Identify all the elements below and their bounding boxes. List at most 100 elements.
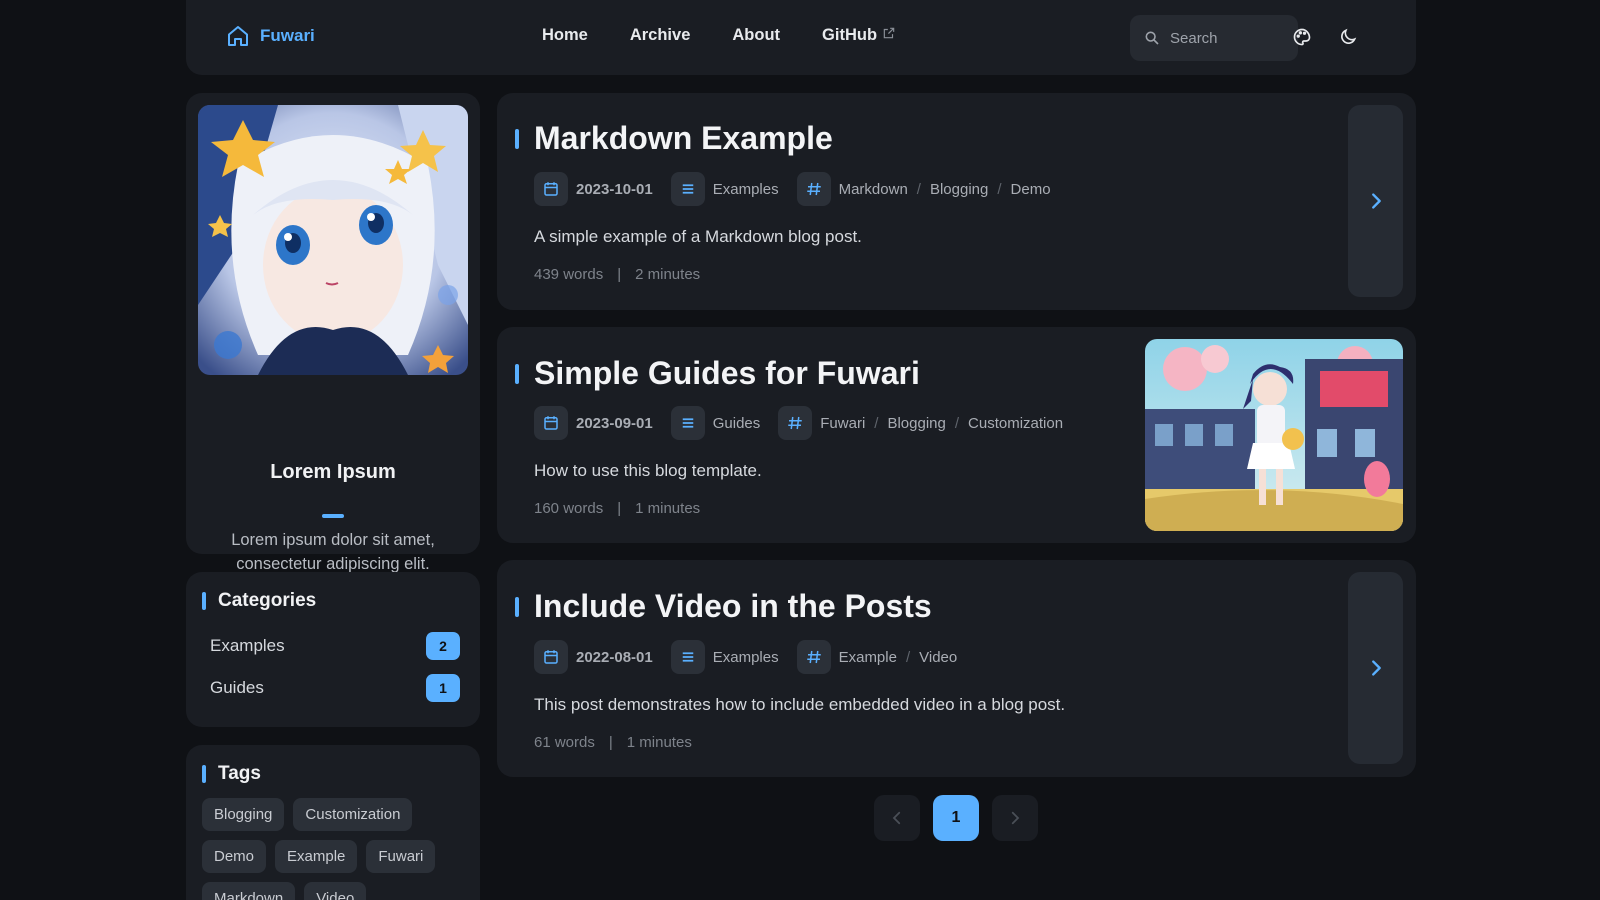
tag-demo[interactable]: Demo bbox=[202, 840, 267, 873]
category-count-badge: 2 bbox=[426, 632, 460, 660]
prev-page-button[interactable] bbox=[874, 795, 920, 841]
brand-link[interactable]: Fuwari bbox=[226, 24, 315, 48]
post-cover-image[interactable] bbox=[1145, 339, 1403, 531]
heading-accent-bar bbox=[202, 592, 206, 610]
chevron-right-icon bbox=[1371, 193, 1381, 209]
nav-link-label: About bbox=[732, 26, 781, 44]
post-tag-link[interactable]: Example bbox=[839, 649, 897, 666]
categories-heading: Categories bbox=[202, 590, 316, 612]
profile-card: Lorem Ipsum Lorem ipsum dolor sit amet, … bbox=[186, 93, 480, 629]
tags-heading: Tags bbox=[202, 763, 261, 785]
tag-example[interactable]: Example bbox=[275, 840, 358, 873]
nav-link-label: Home bbox=[542, 26, 588, 44]
theme-color-button[interactable] bbox=[1288, 23, 1316, 51]
post-card: Include Video in the Posts 2022-08-01 Ex… bbox=[497, 560, 1416, 777]
profile-bio: Lorem ipsum dolor sit amet, consectetur … bbox=[231, 531, 435, 573]
search-input[interactable] bbox=[1170, 29, 1280, 47]
post-tag-link[interactable]: Customization bbox=[968, 415, 1063, 432]
post-tag-link[interactable]: Demo bbox=[1011, 181, 1051, 198]
post-tag-link[interactable]: Blogging bbox=[930, 181, 988, 198]
post-category-link[interactable]: Examples bbox=[713, 181, 779, 198]
profile-name: Lorem Ipsum bbox=[270, 461, 396, 483]
post-date: 2023-10-01 bbox=[576, 180, 653, 198]
top-navbar: Fuwari Home Archive About GitHub bbox=[186, 0, 1416, 75]
post-meta: 2023-09-01 Guides Fuwari / Blogging / Cu… bbox=[534, 406, 1069, 440]
tag-separator: / bbox=[997, 180, 1002, 198]
tag-customization[interactable]: Customization bbox=[293, 798, 413, 831]
post-tag-link[interactable]: Markdown bbox=[839, 181, 908, 198]
brand-name: Fuwari bbox=[260, 26, 315, 45]
tags-title: Tags bbox=[218, 763, 261, 784]
open-post-button[interactable] bbox=[1348, 572, 1403, 764]
tag-fuwari[interactable]: Fuwari bbox=[366, 840, 436, 873]
nav-link-about[interactable]: About bbox=[732, 26, 780, 45]
post-word-count: 61 words bbox=[534, 734, 595, 751]
avatar-illustration bbox=[198, 105, 468, 375]
category-icon bbox=[670, 406, 705, 440]
search-box[interactable] bbox=[1130, 15, 1298, 61]
next-page-button[interactable] bbox=[992, 795, 1038, 841]
calendar-icon bbox=[534, 640, 568, 674]
categories-card: Categories Examples 2 Guides 1 bbox=[186, 572, 480, 727]
tag-markdown[interactable]: Markdown bbox=[202, 882, 296, 900]
nav-link-archive[interactable]: Archive bbox=[630, 26, 691, 45]
cover-illustration bbox=[1145, 339, 1403, 531]
post-tag-link[interactable]: Video bbox=[919, 649, 957, 666]
tag-list: Blogging Customization Demo Example Fuwa… bbox=[202, 798, 472, 900]
hashtag-icon bbox=[796, 640, 831, 674]
post-title[interactable]: Markdown Example bbox=[534, 120, 833, 157]
post-description: A simple example of a Markdown blog post… bbox=[534, 227, 862, 246]
stats-separator: | bbox=[608, 734, 613, 751]
open-post-button[interactable] bbox=[1348, 105, 1403, 297]
tags-card: Tags Blogging Customization Demo Example… bbox=[186, 745, 480, 900]
category-icon bbox=[670, 640, 705, 674]
post-stats: 439 words | 2 minutes bbox=[534, 266, 700, 283]
post-read-time: 1 minutes bbox=[635, 500, 701, 517]
tag-blogging[interactable]: Blogging bbox=[202, 798, 285, 831]
post-word-count: 439 words bbox=[534, 266, 604, 283]
stats-separator: | bbox=[617, 266, 622, 283]
post-category-link[interactable]: Guides bbox=[713, 415, 761, 432]
category-count-badge: 1 bbox=[426, 674, 460, 702]
post-title[interactable]: Simple Guides for Fuwari bbox=[534, 355, 920, 392]
chevron-left-icon bbox=[892, 811, 901, 825]
post-title[interactable]: Include Video in the Posts bbox=[534, 588, 932, 625]
post-stats: 160 words | 1 minutes bbox=[534, 500, 700, 517]
avatar[interactable] bbox=[198, 105, 468, 375]
post-read-time: 2 minutes bbox=[635, 266, 701, 283]
tag-video[interactable]: Video bbox=[304, 882, 367, 900]
chevron-right-icon bbox=[1371, 660, 1381, 676]
post-read-time: 1 minutes bbox=[626, 734, 692, 751]
nav-link-home[interactable]: Home bbox=[542, 26, 588, 45]
category-label: Examples bbox=[210, 636, 285, 655]
post-tag-link[interactable]: Blogging bbox=[887, 415, 945, 432]
tag-separator: / bbox=[874, 414, 879, 432]
category-item-examples[interactable]: Examples 2 bbox=[210, 631, 460, 661]
post-category-link[interactable]: Examples bbox=[713, 649, 779, 666]
category-label: Guides bbox=[210, 678, 264, 697]
search-icon bbox=[1145, 31, 1159, 45]
name-underline bbox=[322, 514, 344, 518]
post-meta: 2023-10-01 Examples Markdown / Blogging … bbox=[534, 172, 1057, 206]
moon-icon bbox=[1341, 28, 1357, 44]
post-accent-bar bbox=[515, 597, 519, 617]
nav-link-label: GitHub bbox=[822, 26, 878, 44]
category-icon bbox=[670, 172, 705, 206]
category-item-guides[interactable]: Guides 1 bbox=[210, 673, 460, 703]
post-card: Markdown Example 2023-10-01 Examples Mar… bbox=[497, 93, 1416, 310]
page-number-current[interactable]: 1 bbox=[933, 795, 979, 841]
post-meta: 2022-08-01 Examples Example / Video bbox=[534, 640, 963, 674]
post-word-count: 160 words bbox=[534, 500, 604, 517]
dark-mode-toggle[interactable] bbox=[1334, 23, 1362, 51]
external-link-icon bbox=[883, 27, 895, 38]
post-description: How to use this blog template. bbox=[534, 461, 762, 480]
calendar-icon bbox=[534, 406, 568, 440]
tag-separator: / bbox=[916, 180, 921, 198]
tag-separator: / bbox=[905, 648, 911, 666]
post-tag-link[interactable]: Fuwari bbox=[820, 415, 865, 432]
post-stats: 61 words | 1 minutes bbox=[534, 734, 692, 751]
nav-link-github[interactable]: GitHub bbox=[822, 26, 896, 45]
post-date: 2023-09-01 bbox=[576, 414, 653, 432]
post-card: Simple Guides for Fuwari 2023-09-01 Guid… bbox=[497, 327, 1416, 543]
categories-title: Categories bbox=[218, 590, 317, 611]
